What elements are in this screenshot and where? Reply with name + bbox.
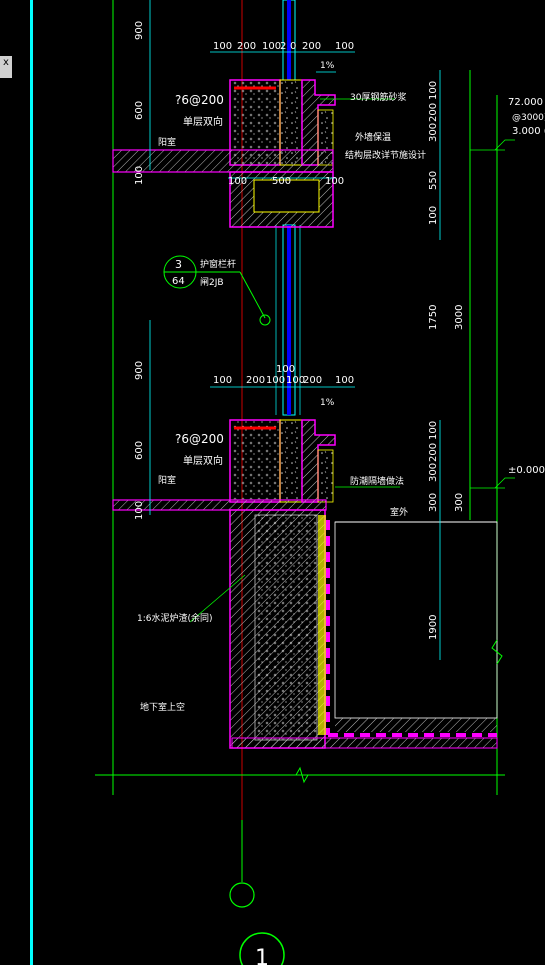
lower-fill-label: 1:6水泥炉渣(余同) <box>137 612 213 624</box>
upper-room-label: 阳室 <box>158 136 176 148</box>
callout-label-2: 闸2JB <box>200 277 224 288</box>
lower-rdim-300: 300 <box>428 463 439 482</box>
lower-room-label: 阳室 <box>158 474 176 486</box>
elevation-top: 72.000 (2 <box>508 97 545 108</box>
lower-vdim-600: 600 <box>134 441 145 460</box>
lower-basement-label: 地下室上空 <box>140 701 185 713</box>
upper-vdim-600: 600 <box>134 101 145 120</box>
lower-outdoor-label: 室外 <box>390 506 408 518</box>
callout-sheet: 64 <box>172 276 185 287</box>
axis-number: 1 <box>255 946 269 965</box>
elevation-top-sub: @3000) <box>512 113 545 123</box>
axis-bubble-small <box>229 882 255 908</box>
elevation-bottom: ±0.000 (1 <box>508 465 545 476</box>
lower-depth-dim: 1900 <box>428 615 439 640</box>
callout-label-1: 护窗栏杆 <box>200 258 236 270</box>
lower-dim-6: 100 <box>335 375 354 386</box>
middle-dims: 1750 3000 100 <box>276 305 465 375</box>
upper-dim-2: 200 <box>237 41 256 52</box>
upper-rdim-200: 200 <box>428 103 439 122</box>
upper-note-1: 30厚钢筋砂浆 <box>350 91 406 103</box>
lower-vdim-100: 100 <box>134 501 145 520</box>
upper-bdim-2: 500 <box>272 176 291 187</box>
lower-dim-5: 200 <box>303 375 322 386</box>
upper-dim-7: 100 <box>335 41 354 52</box>
lower-slope: 1% <box>320 398 335 408</box>
upper-bdim-1: 100 <box>228 176 247 187</box>
upper-rdim-550: 550 <box>428 171 439 190</box>
lower-rdim-300b: 300 <box>428 493 439 512</box>
callout-number: 3 <box>175 258 182 271</box>
upper-dim-4: 2 <box>280 41 286 52</box>
cad-drawing-canvas: 100 200 100 2 0 200 100 1% 900 600 100 ?… <box>30 0 545 965</box>
upper-vdim-900: 900 <box>134 21 145 40</box>
lower-dim-1: 100 <box>213 375 232 386</box>
left-border-line <box>30 0 33 965</box>
upper-dim-6: 200 <box>302 41 321 52</box>
upper-note-2: 外墙保温 <box>355 131 391 143</box>
upper-rdim-300: 300 <box>428 123 439 142</box>
detail-callout: 3 64 护窗栏杆 闸2JB <box>163 255 271 326</box>
lower-rebar-sub: 单层双向 <box>183 454 223 467</box>
upper-dim-5: 0 <box>290 41 296 52</box>
dim-window: 100 <box>276 364 295 375</box>
elevation-marks: 72.000 (2 @3000) 3.000 (2 ±0.000 (1 <box>470 97 545 489</box>
lower-dim-2: 200 <box>246 375 265 386</box>
lower-rdim-100: 100 <box>428 421 439 440</box>
upper-dim-3: 100 <box>262 41 281 52</box>
upper-rdim-100: 100 <box>428 81 439 100</box>
upper-bdim-3: 100 <box>325 176 344 187</box>
upper-rdim-100b: 100 <box>428 206 439 225</box>
lower-dim-3: 100 <box>266 375 285 386</box>
upper-rebar-label: ?6@200 <box>175 93 224 107</box>
upper-dim-1: 100 <box>213 41 232 52</box>
upper-rebar-sub: 单层双向 <box>183 115 223 128</box>
dim-1750: 1750 <box>428 305 439 330</box>
lower-note-waterproof: 防潮隔墙做法 <box>350 475 404 487</box>
upper-slope: 1% <box>320 61 335 71</box>
elevation-top-2: 3.000 (2 <box>512 126 545 137</box>
upper-note-3: 结构层改详节施设计 <box>345 149 426 161</box>
lower-vdim-900: 900 <box>134 361 145 380</box>
lower-section: 100 200 100 100 200 100 1% 900 600 100 ?… <box>112 320 498 749</box>
lower-rebar-label: ?6@200 <box>175 432 224 446</box>
upper-vdim-100: 100 <box>134 166 145 185</box>
upper-section: 100 200 100 2 0 200 100 1% 900 600 100 ?… <box>112 0 441 240</box>
lower-rdim-200: 200 <box>428 443 439 462</box>
dim-3000: 3000 <box>454 305 465 330</box>
lower-rdim-300c: 300 <box>454 493 465 512</box>
